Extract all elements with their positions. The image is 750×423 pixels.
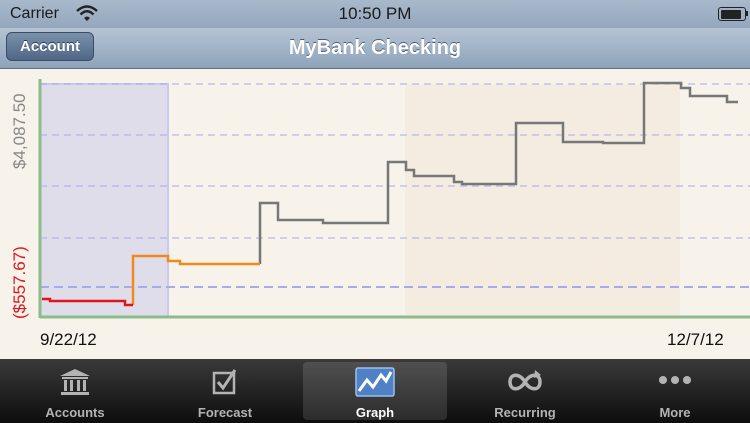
tab-bar: Accounts Forecast Graph Recurring More <box>0 359 750 423</box>
tab-accounts[interactable]: Accounts <box>0 359 150 423</box>
tab-forecast[interactable]: Forecast <box>150 359 300 423</box>
graph-icon <box>355 367 395 397</box>
tab-label: More <box>659 405 691 420</box>
tab-graph[interactable]: Graph <box>300 359 450 423</box>
tab-label: Graph <box>355 405 395 420</box>
tab-recurring[interactable]: Recurring <box>450 359 600 423</box>
selection-window[interactable] <box>39 83 169 318</box>
balance-graph-svg[interactable] <box>0 69 750 359</box>
battery-level <box>720 9 742 19</box>
checkbox-icon <box>212 369 237 395</box>
bank-icon <box>60 369 90 395</box>
tab-label: Recurring <box>494 405 556 420</box>
status-time: 10:50 PM <box>338 4 412 23</box>
battery-icon <box>718 7 746 21</box>
recurring-icon <box>508 370 542 391</box>
y-high-label: $4,087.50 <box>10 93 29 169</box>
tab-label: Forecast <box>197 405 253 420</box>
tab-more[interactable]: More <box>600 359 750 423</box>
more-icon <box>659 376 691 384</box>
x-end-label: 12/7/12 <box>667 330 724 349</box>
balance-graph[interactable]: 9/22/12 12/7/12 $4,087.50 ($557.67) <box>0 69 750 359</box>
page-title: MyBank Checking <box>288 37 462 59</box>
y-low-label: ($557.67) <box>10 246 29 319</box>
battery-nub <box>746 11 748 16</box>
navigation-bar: Account MyBank Checking <box>0 28 750 69</box>
graph-highlight-band <box>405 84 680 319</box>
tab-label: Accounts <box>45 405 105 420</box>
x-start-label: 9/22/12 <box>40 330 97 349</box>
status-bar: Carrier 10:50 PM <box>0 0 750 28</box>
